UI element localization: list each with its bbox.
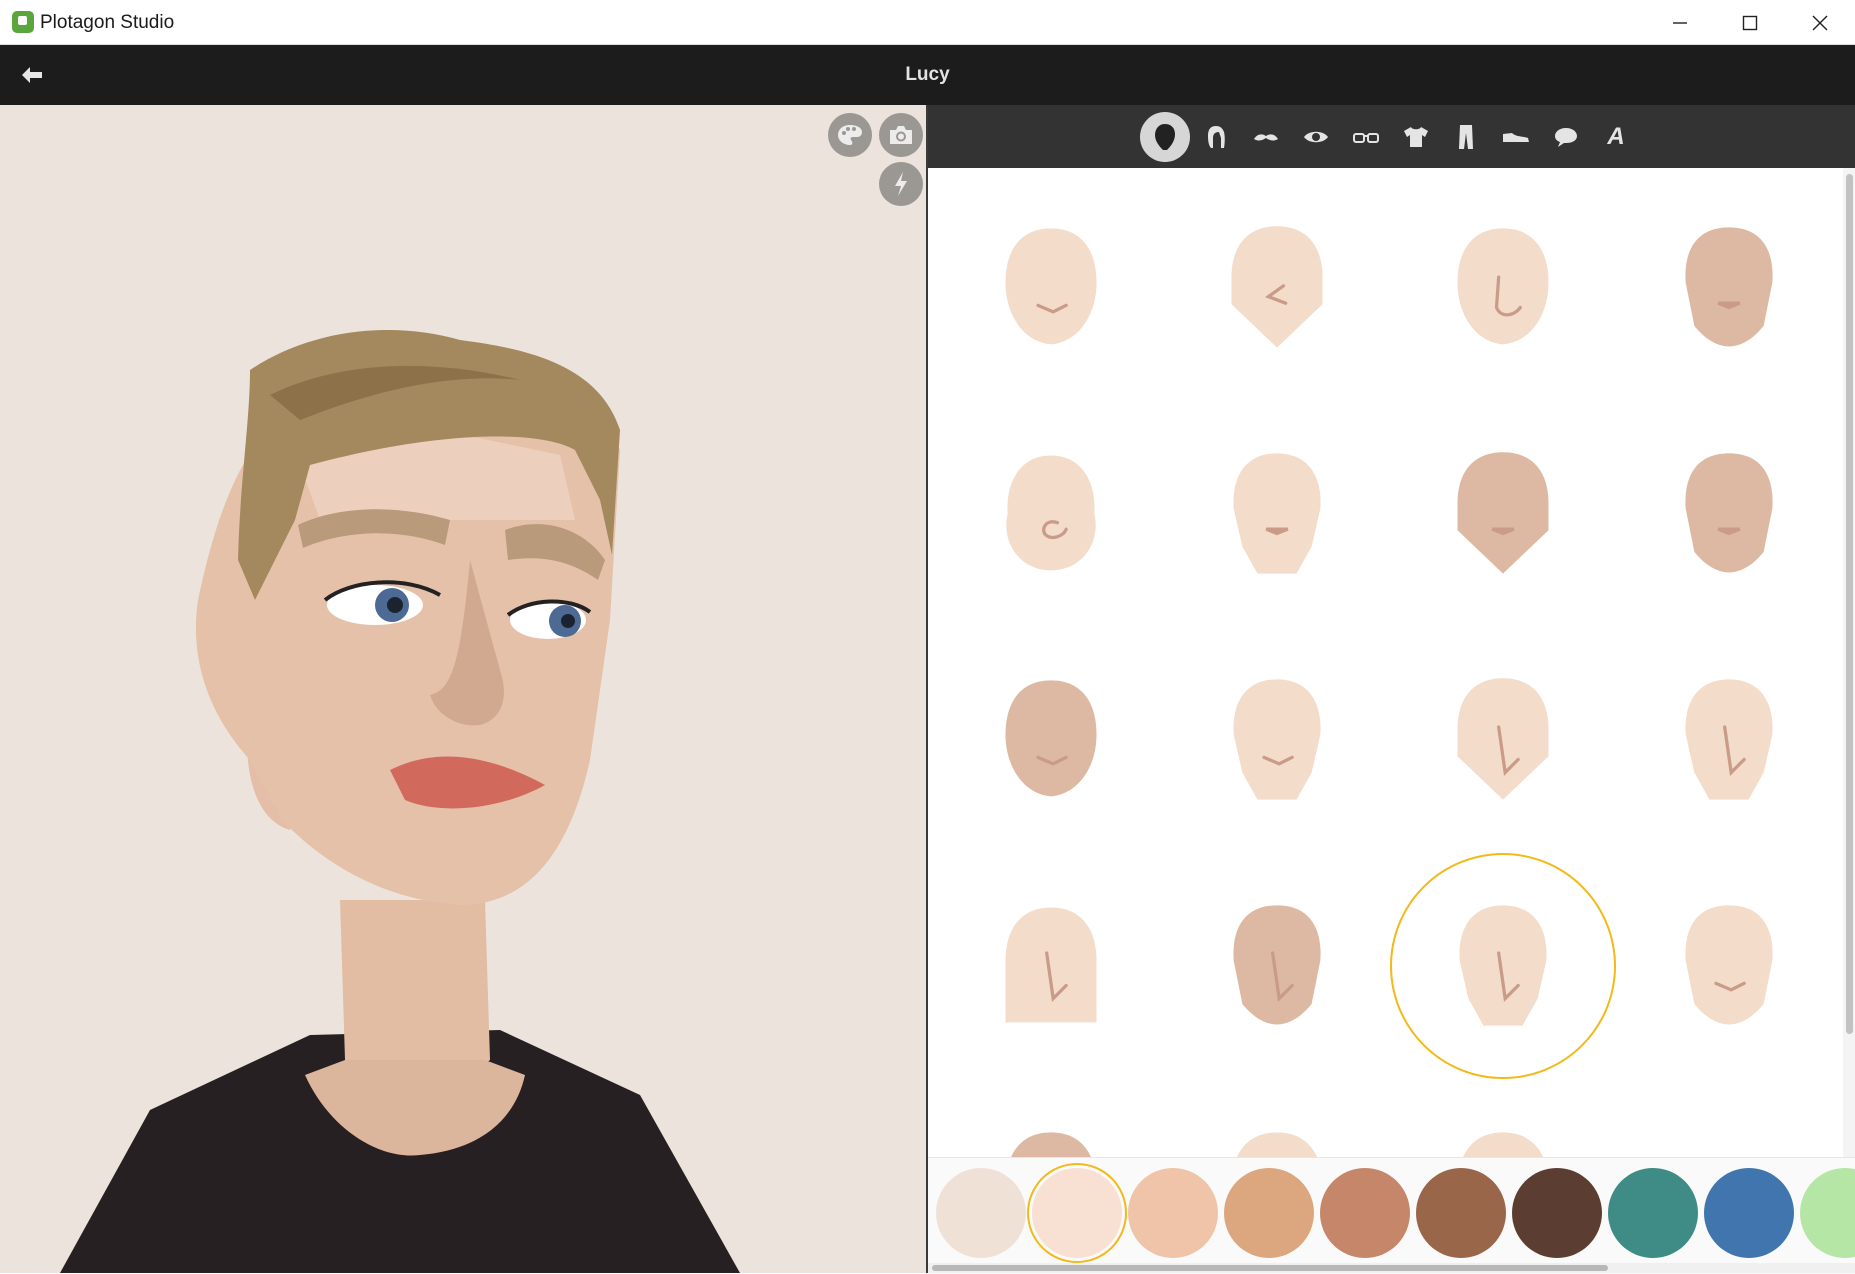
tab-eyes[interactable]: [1295, 116, 1337, 158]
tab-glasses[interactable]: [1345, 116, 1387, 158]
face-shape-option[interactable]: [1390, 627, 1616, 853]
skin-color-swatch[interactable]: [1704, 1168, 1794, 1258]
pants-icon: [1459, 125, 1473, 149]
window-title: Plotagon Studio: [40, 12, 175, 33]
face-shape-icon: [1462, 1132, 1544, 1158]
glasses-icon: [1353, 133, 1379, 143]
speech-bubble-icon: [1555, 128, 1577, 147]
tab-head-shape[interactable]: [1140, 112, 1190, 162]
face-shape-option[interactable]: [1390, 401, 1616, 627]
head-shape-icon: [1155, 124, 1175, 150]
character-preview[interactable]: [0, 105, 927, 1273]
face-shape-icon: [1006, 455, 1096, 571]
face-shape-icon: [1457, 678, 1549, 800]
tab-facial-hair[interactable]: [1245, 116, 1287, 158]
skin-color-swatch[interactable]: [1032, 1168, 1122, 1258]
face-shape-icon: [1685, 679, 1773, 800]
tab-text[interactable]: A: [1595, 116, 1637, 158]
face-shape-icon: [1005, 907, 1097, 1023]
camera-button[interactable]: [879, 113, 923, 157]
face-shape-icon: [1010, 1132, 1092, 1158]
text-a-icon: A: [1607, 123, 1625, 150]
skin-color-swatch[interactable]: [1416, 1168, 1506, 1258]
camera-icon: [890, 126, 912, 144]
face-shape-icon: [1459, 905, 1547, 1026]
face-shape-grid: [928, 168, 1838, 1158]
face-shape-icon: [1005, 680, 1097, 797]
maximize-icon: [1742, 15, 1758, 30]
face-shape-option[interactable]: [1390, 175, 1616, 401]
vertical-scrollbar[interactable]: [1843, 168, 1855, 1168]
face-shape-option[interactable]: [1164, 853, 1390, 1079]
tab-bottoms[interactable]: [1445, 116, 1487, 158]
shirt-icon: [1404, 127, 1428, 147]
face-shape-icon: [1236, 1132, 1318, 1158]
eye-icon: [1304, 131, 1328, 143]
tab-tops[interactable]: [1395, 116, 1437, 158]
skin-color-swatch[interactable]: [936, 1168, 1026, 1258]
character-illustration: [60, 330, 740, 1273]
face-shape-option[interactable]: [1164, 401, 1390, 627]
close-button[interactable]: [1785, 0, 1855, 45]
face-shape-option[interactable]: [1616, 627, 1838, 853]
face-shape-icon: [1231, 226, 1323, 348]
face-shape-option[interactable]: [1616, 175, 1838, 401]
tab-hair[interactable]: [1195, 116, 1237, 158]
face-shape-option[interactable]: [938, 853, 1164, 1079]
face-shape-icon: [1457, 228, 1549, 345]
tab-shoes[interactable]: [1495, 116, 1537, 158]
app-header: Lucy: [0, 45, 1855, 105]
face-shape-option[interactable]: [938, 401, 1164, 627]
minimize-button[interactable]: [1645, 0, 1715, 45]
face-shape-option[interactable]: [1164, 627, 1390, 853]
face-shape-option[interactable]: [1164, 1079, 1390, 1158]
face-shape-icon: [1005, 228, 1097, 345]
character-name: Lucy: [905, 64, 950, 85]
tab-speech[interactable]: [1545, 116, 1587, 158]
face-shape-option[interactable]: [1164, 175, 1390, 401]
skin-color-row: [928, 1157, 1855, 1274]
minimize-icon: [1673, 21, 1687, 24]
face-shape-option[interactable]: [1390, 853, 1616, 1079]
skin-color-swatch[interactable]: [1608, 1168, 1698, 1258]
face-shape-option[interactable]: [1390, 1079, 1616, 1158]
horizontal-scrollbar-thumb[interactable]: [932, 1265, 1608, 1271]
palette-icon: [838, 125, 862, 145]
face-shape-icon: [1233, 453, 1321, 574]
face-shape-icon: [1685, 227, 1773, 347]
shoe-icon: [1503, 133, 1529, 142]
close-icon: [1812, 15, 1828, 30]
horizontal-scrollbar[interactable]: [928, 1263, 1855, 1273]
vertical-scrollbar-thumb[interactable]: [1846, 174, 1853, 1034]
maximize-button[interactable]: [1715, 0, 1785, 45]
skin-color-swatch[interactable]: [1800, 1168, 1855, 1258]
skin-color-swatch[interactable]: [1512, 1168, 1602, 1258]
title-bar: Plotagon Studio: [0, 0, 1855, 45]
skin-color-swatch[interactable]: [1320, 1168, 1410, 1258]
face-shape-option[interactable]: [938, 175, 1164, 401]
face-shape-option[interactable]: [938, 627, 1164, 853]
skin-color-swatch[interactable]: [1128, 1168, 1218, 1258]
mustache-icon: [1254, 134, 1278, 141]
face-shape-icon: [1233, 905, 1321, 1025]
face-shape-icon: [1685, 453, 1773, 573]
face-shape-option[interactable]: [1616, 401, 1838, 627]
face-shape-option[interactable]: [938, 1079, 1164, 1158]
randomize-button[interactable]: [879, 162, 923, 206]
skin-color-swatch[interactable]: [1224, 1168, 1314, 1258]
hair-icon: [1208, 126, 1225, 148]
face-shape-option[interactable]: [1616, 853, 1838, 1079]
palette-button[interactable]: [828, 113, 872, 157]
face-shape-icon: [1685, 905, 1773, 1025]
lightning-icon: [895, 172, 907, 196]
editor-panel: A: [928, 105, 1855, 1274]
plotagon-logo-icon: [12, 11, 34, 33]
category-tab-bar: A: [928, 105, 1855, 168]
face-shape-icon: [1457, 452, 1549, 574]
face-shape-icon: [1233, 679, 1321, 800]
